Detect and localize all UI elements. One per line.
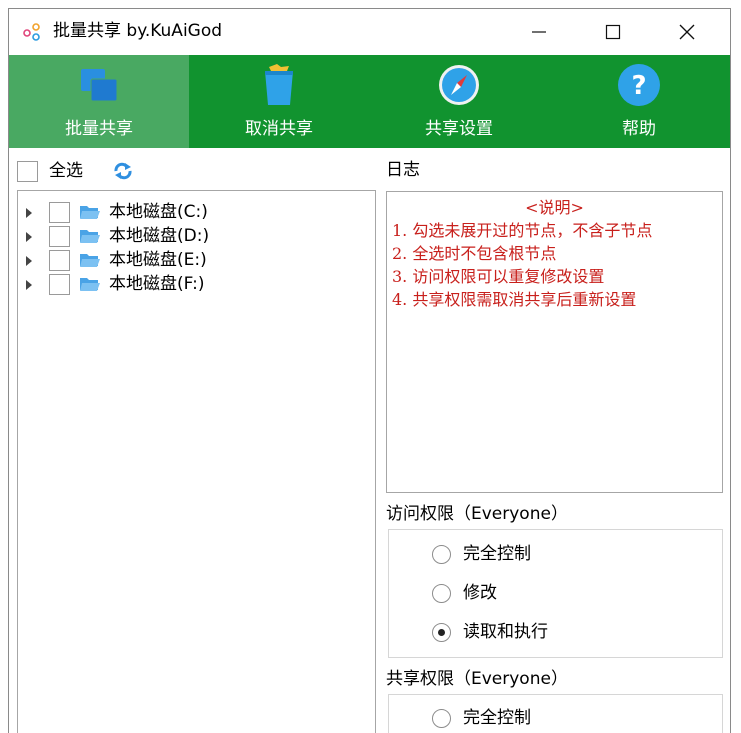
maximize-icon xyxy=(605,24,621,40)
select-all-label: 全选 xyxy=(49,161,83,181)
radio-label: 完全控制 xyxy=(463,708,531,728)
share-permission-title: 共享权限（Everyone） xyxy=(386,669,568,689)
compass-icon xyxy=(439,65,479,105)
tree-item[interactable]: 本地磁盘(C:) xyxy=(18,201,375,224)
tree-item-label: 本地磁盘(C:) xyxy=(109,202,208,222)
tab-label: 帮助 xyxy=(622,119,656,139)
log-line: 3. 访问权限可以重复修改设置 xyxy=(392,267,605,286)
expand-arrow-icon[interactable] xyxy=(26,208,32,218)
tab-label: 共享设置 xyxy=(425,119,493,139)
log-line: 1. 勾选未展开过的节点，不含子节点 xyxy=(392,221,653,240)
tab-label: 取消共享 xyxy=(245,119,313,139)
window-title: 批量共享 by.KuAiGod xyxy=(53,21,223,41)
app-icon xyxy=(23,23,40,41)
tab-label: 批量共享 xyxy=(65,119,133,139)
minimize-icon xyxy=(532,31,546,33)
folder-icon xyxy=(80,254,100,267)
folder-icon xyxy=(80,230,100,243)
tree-item-checkbox[interactable] xyxy=(49,226,70,247)
title-bar: 批量共享 by.KuAiGod xyxy=(9,9,730,55)
access-permission-group: 完全控制 修改 读取和执行 xyxy=(388,529,723,658)
app-window: 批量共享 by.KuAiGod 批量共享 取消共享 共享设置 ? 帮助 全选 本… xyxy=(8,8,731,733)
tree-item-label: 本地磁盘(D:) xyxy=(109,226,210,246)
expand-arrow-icon[interactable] xyxy=(26,280,32,290)
tree-item[interactable]: 本地磁盘(F:) xyxy=(18,273,375,296)
log-line: 4. 共享权限需取消共享后重新设置 xyxy=(392,290,637,309)
expand-arrow-icon[interactable] xyxy=(26,232,32,242)
drive-tree: 本地磁盘(C:) 本地磁盘(D:) 本地磁盘(E:) 本地磁盘(F:) xyxy=(17,190,376,733)
svg-text:?: ? xyxy=(631,71,646,101)
radio-label: 读取和执行 xyxy=(463,622,548,642)
folder-icon xyxy=(80,278,100,291)
tab-share-settings[interactable]: 共享设置 xyxy=(369,55,549,148)
access-permission-title: 访问权限（Everyone） xyxy=(386,504,568,524)
radio-button[interactable] xyxy=(432,709,451,728)
tree-item-label: 本地磁盘(F:) xyxy=(109,274,205,294)
close-icon xyxy=(679,24,695,40)
tree-item-checkbox[interactable] xyxy=(49,250,70,271)
tab-cancel-share[interactable]: 取消共享 xyxy=(189,55,369,148)
stacked-windows-icon xyxy=(81,69,118,102)
close-button[interactable] xyxy=(657,9,717,55)
tree-item[interactable]: 本地磁盘(E:) xyxy=(18,249,375,272)
tree-item-label: 本地磁盘(E:) xyxy=(109,250,207,270)
log-line: 2. 全选时不包含根节点 xyxy=(392,244,557,263)
radio-button[interactable] xyxy=(432,584,451,603)
refresh-icon[interactable] xyxy=(113,162,133,180)
radio-label: 完全控制 xyxy=(463,544,531,564)
expand-arrow-icon[interactable] xyxy=(26,256,32,266)
help-question-icon: ? xyxy=(618,64,660,106)
tab-help[interactable]: ? 帮助 xyxy=(549,55,729,148)
tree-item-checkbox[interactable] xyxy=(49,202,70,223)
maximize-button[interactable] xyxy=(583,9,643,55)
log-box[interactable]: <说明> 1. 勾选未展开过的节点，不含子节点 2. 全选时不包含根节点 3. … xyxy=(386,191,723,493)
folder-icon xyxy=(80,206,100,219)
tree-item[interactable]: 本地磁盘(D:) xyxy=(18,225,375,248)
minimize-button[interactable] xyxy=(509,9,569,55)
tree-item-checkbox[interactable] xyxy=(49,274,70,295)
share-permission-group: 完全控制 xyxy=(388,694,723,733)
log-title: 日志 xyxy=(386,160,420,180)
select-all-checkbox[interactable] xyxy=(17,161,38,182)
radio-button[interactable] xyxy=(432,545,451,564)
log-heading: <说明> xyxy=(525,198,584,217)
toolbar: 批量共享 取消共享 共享设置 ? 帮助 xyxy=(9,55,730,148)
tab-batch-share[interactable]: 批量共享 xyxy=(9,55,189,148)
radio-button[interactable] xyxy=(432,623,451,642)
radio-label: 修改 xyxy=(463,583,497,603)
trash-can-icon xyxy=(265,64,293,105)
